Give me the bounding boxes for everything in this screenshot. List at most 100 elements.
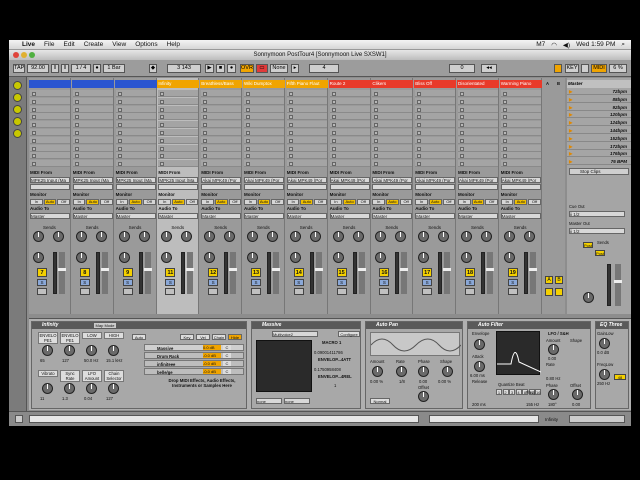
solo-button[interactable]: S bbox=[379, 279, 390, 286]
menu-file[interactable]: File bbox=[44, 41, 54, 48]
browser-device-icon[interactable] bbox=[13, 81, 22, 90]
menu-options[interactable]: Options bbox=[135, 41, 157, 48]
clip-stop-icon[interactable] bbox=[203, 146, 208, 151]
clip-slot[interactable] bbox=[329, 152, 370, 160]
eq-gainlow-value[interactable]: 0.0 dB bbox=[597, 350, 609, 355]
midi-channel-select[interactable] bbox=[372, 184, 413, 190]
return-b-solo[interactable] bbox=[555, 288, 563, 296]
arm-button[interactable] bbox=[251, 288, 261, 295]
macro-value[interactable]: 0.04 bbox=[84, 396, 92, 401]
clip-stop-icon[interactable] bbox=[288, 146, 293, 151]
clip-slot[interactable] bbox=[158, 129, 199, 136]
track-header[interactable]: Clikers bbox=[371, 80, 414, 88]
clip-stop-icon[interactable] bbox=[160, 131, 165, 135]
autopan-phase-value[interactable]: 0.00 bbox=[419, 379, 427, 384]
solo-button[interactable]: S bbox=[465, 279, 475, 286]
monitor-off-button[interactable]: Off bbox=[356, 199, 370, 205]
clip-slot[interactable] bbox=[329, 129, 370, 136]
browser-plugin-icon[interactable] bbox=[13, 93, 22, 102]
arm-button[interactable] bbox=[379, 288, 390, 295]
clip-stop-icon[interactable] bbox=[374, 162, 379, 167]
clip-slot[interactable] bbox=[158, 144, 199, 152]
midi-map-button[interactable]: MIDI bbox=[591, 64, 607, 73]
clip-stop-icon[interactable] bbox=[460, 92, 464, 96]
audio-to-select[interactable]: Master bbox=[158, 213, 199, 219]
clip-stop-icon[interactable] bbox=[117, 146, 122, 151]
chain-pan[interactable]: C bbox=[223, 345, 231, 350]
clip-stop-icon[interactable] bbox=[74, 107, 79, 112]
arm-button[interactable] bbox=[293, 288, 304, 295]
chain-pan[interactable]: C bbox=[223, 353, 231, 358]
lfo-phase-knob[interactable] bbox=[548, 389, 559, 400]
monitor-in-button[interactable]: In bbox=[30, 199, 43, 205]
browser-folder-icon[interactable] bbox=[13, 117, 22, 126]
track-activator[interactable]: 11 bbox=[165, 268, 176, 277]
send-b-knob[interactable] bbox=[53, 231, 64, 242]
quantization-select[interactable]: 1 Bar bbox=[103, 64, 125, 73]
lfo-phase-value[interactable]: 180° bbox=[548, 402, 557, 407]
arm-button[interactable] bbox=[208, 288, 219, 295]
audio-to-select[interactable]: Master bbox=[500, 213, 541, 219]
autopan-normal-button[interactable]: Normal bbox=[370, 398, 390, 404]
clip-slot[interactable] bbox=[458, 90, 498, 97]
clip-stop-icon[interactable] bbox=[160, 92, 165, 96]
midi-from-select[interactable]: MPK25 Input (Ma bbox=[158, 177, 199, 183]
midi-from-select[interactable]: Akai MPK49 (Por bbox=[329, 177, 370, 183]
clip-slot[interactable] bbox=[201, 136, 242, 144]
clip-stop-icon[interactable] bbox=[331, 123, 336, 128]
clip-stop-icon[interactable] bbox=[417, 107, 422, 112]
clip-stop-icon[interactable] bbox=[203, 138, 208, 143]
eq-freqlow-value[interactable]: 250 Hz bbox=[597, 381, 610, 386]
clip-slot[interactable] bbox=[500, 105, 541, 113]
macro-knob[interactable] bbox=[42, 383, 53, 394]
clip-stop-icon[interactable] bbox=[246, 154, 250, 159]
clip-stop-icon[interactable] bbox=[502, 107, 507, 112]
monitor-in-button[interactable]: In bbox=[115, 199, 129, 205]
clip-stop-icon[interactable] bbox=[246, 92, 250, 96]
track-activator[interactable]: 15 bbox=[336, 268, 347, 277]
macro-value[interactable]: 65 bbox=[40, 358, 45, 363]
midi-from-select[interactable]: Akai MPK49 (Por bbox=[244, 177, 284, 183]
send-a-knob[interactable] bbox=[161, 231, 173, 242]
clip-stop-icon[interactable] bbox=[160, 107, 165, 112]
loop-start-icon[interactable]: ▸ bbox=[291, 64, 299, 73]
monitor-in-button[interactable]: In bbox=[286, 199, 300, 205]
clip-slot[interactable] bbox=[72, 129, 113, 136]
clip-stop-icon[interactable] bbox=[288, 138, 293, 143]
clip-slot[interactable] bbox=[415, 113, 456, 121]
chain-tab[interactable]: Hide bbox=[228, 334, 242, 340]
monitor-in-button[interactable]: In bbox=[458, 199, 471, 205]
configure-button[interactable]: Configure bbox=[338, 331, 360, 337]
clip-stop-icon[interactable] bbox=[288, 154, 293, 159]
clip-stop-icon[interactable] bbox=[331, 162, 336, 167]
volume-icon[interactable]: ◀) bbox=[563, 41, 570, 49]
track-header[interactable]: Infinity bbox=[157, 80, 200, 88]
clip-slot[interactable] bbox=[372, 121, 413, 129]
clip-slot[interactable] bbox=[329, 160, 370, 168]
clip-stop-icon[interactable] bbox=[460, 115, 464, 120]
autofilter-attack-knob[interactable] bbox=[474, 361, 485, 372]
autopan-amount-knob[interactable] bbox=[372, 366, 383, 377]
monitor-in-button[interactable]: In bbox=[201, 199, 214, 205]
clip-slot[interactable] bbox=[286, 136, 327, 144]
track-activator[interactable]: 17 bbox=[422, 268, 433, 277]
monitor-off-button[interactable]: Off bbox=[442, 199, 456, 205]
clip-stop-icon[interactable] bbox=[74, 138, 79, 143]
pan-knob[interactable] bbox=[161, 252, 173, 263]
clip-slot[interactable] bbox=[158, 105, 199, 113]
clip-slot[interactable] bbox=[372, 160, 413, 168]
clip-slot[interactable] bbox=[158, 160, 199, 168]
chain-volume[interactable]: -0.0 dB bbox=[203, 369, 221, 374]
clip-stop-icon[interactable] bbox=[160, 115, 165, 120]
clip-stop-icon[interactable] bbox=[502, 92, 507, 96]
send-a-knob[interactable] bbox=[375, 231, 387, 242]
clip-slot[interactable] bbox=[201, 113, 242, 121]
clip-stop-icon[interactable] bbox=[374, 115, 379, 120]
clip-slot[interactable] bbox=[158, 90, 199, 97]
macro-value[interactable]: 1.3 bbox=[62, 396, 68, 401]
clip-stop-icon[interactable] bbox=[417, 131, 422, 135]
arm-button[interactable] bbox=[507, 288, 518, 295]
clip-stop-icon[interactable] bbox=[74, 92, 79, 96]
beats-field[interactable]: 0 bbox=[449, 64, 475, 73]
solo-button[interactable]: S bbox=[336, 279, 347, 286]
